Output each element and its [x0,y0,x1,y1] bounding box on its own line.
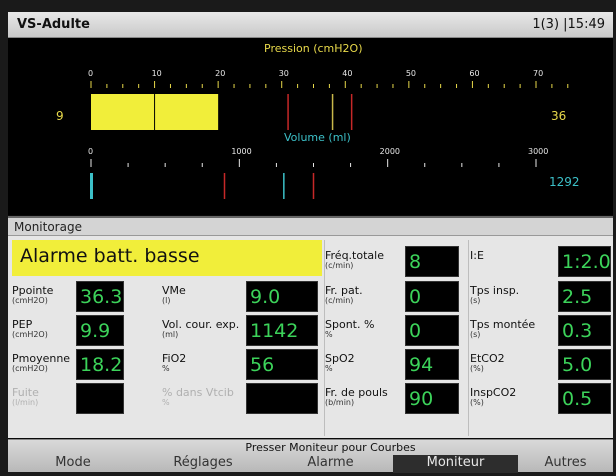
param-value [246,383,318,414]
volume-tick-label: 2000 [379,147,401,156]
volume-tick-label: 0 [88,147,94,156]
param-unit: (ml) [162,330,179,339]
volume-tick-label: 1000 [231,147,252,156]
menu-hint: Presser Moniteur pour Courbes [245,441,416,454]
pressure-scale-title: Pression (cmH2O) [264,42,363,55]
param-label: I:E [470,250,484,261]
status-header: VS-Adulte 1(3) |15:49 [8,12,613,38]
param-value [76,383,124,414]
param-value: 0 [405,315,459,346]
pressure-tick-label: 30 [278,69,289,78]
param-label: PEP (cmH2O) [12,319,48,339]
param-unit: (cmH2O) [12,296,48,305]
param-name: % dans Vtcib [162,386,234,399]
param-unit: (%) [470,398,484,407]
pressure-tick-label: 50 [405,69,417,78]
param-value: 2.5 [558,281,611,312]
pressure-tick-label: 20 [215,69,226,78]
param-unit: (cmH2O) [12,364,48,373]
param-unit: (b/min) [325,398,355,407]
bottom-menu: Presser Moniteur pour Courbes Mode Régla… [8,439,613,473]
param-value: 9.0 [246,281,318,312]
param-unit: (l/min) [12,398,39,407]
param-unit: (l) [162,296,171,305]
tab-autres[interactable]: Autres [518,455,613,473]
pressure-tick-label: 60 [469,69,480,78]
param-unit: (%) [470,364,484,373]
volume-tick-label: 3000 [528,147,549,156]
param-unit: % [325,364,333,373]
param-unit: (cmH2O) [12,330,48,339]
alarm-banner[interactable]: Alarme batt. basse [12,240,322,276]
param-value: 1:2.0 [558,246,611,277]
page-and-clock: 1(3) |15:49 [532,17,605,32]
volume-bar [90,173,93,199]
pressure-left-value: 9 [56,109,64,123]
param-label: Tps insp. (s) [470,285,519,305]
param-value: 9.9 [76,315,124,346]
param-unit: (s) [470,296,481,305]
param-label: Tps montée (s) [470,319,535,339]
monitoring-title: Monitorage [14,220,82,234]
column-divider [468,240,469,436]
pressure-right-value: 36 [551,109,567,123]
param-value: 1142 [246,315,318,346]
param-unit: % [325,330,333,339]
param-value: 0 [405,281,459,312]
param-unit: % [162,398,170,407]
param-label: % dans Vtcib% [162,387,234,407]
volume-right-value: 1292 [549,175,580,189]
param-value: 18.2 [76,349,124,380]
param-label: Fr. pat. (c/min) [325,285,363,305]
tab-alarme[interactable]: Alarme [268,455,393,473]
monitoring-header: Monitorage [8,218,613,236]
param-value: 90 [405,383,459,414]
param-label: Fréq.totale (c/min) [325,250,384,270]
pressure-tick-label: 0 [88,69,94,78]
param-value: 8 [405,246,459,277]
param-value: 5.0 [558,349,611,380]
param-value: 0.3 [558,315,611,346]
tab-mode[interactable]: Mode [8,455,138,473]
param-label: Vol. cour. exp. (ml) [162,319,239,339]
param-label: FiO2% [162,353,186,373]
param-value: 56 [246,349,318,380]
param-label: Spont. %% [325,319,374,339]
alarm-text: Alarme batt. basse [20,245,200,267]
ventilation-mode: VS-Adulte [17,17,90,32]
ventilator-screen: VS-Adulte 1(3) |15:49 Pression (cmH2O) 9… [8,12,613,473]
param-unit: (c/min) [325,261,354,270]
param-label: InspCO2 (%) [470,387,516,407]
param-unit: (c/min) [325,296,354,305]
param-label: Fuite (l/min) [12,387,39,407]
monitoring-panel: Monitorage Alarme batt. basse Ppointe (cm… [8,216,613,438]
bar-graph-canvas [90,81,569,199]
param-label: VMe (l) [162,285,186,305]
pressure-tick-label: 10 [151,69,162,78]
param-label: Fr. de pouls (b/min) [325,387,388,407]
bar-graph-area: Pression (cmH2O) 9 36 Volume (ml) 1292 0… [8,38,613,215]
param-label: Ppointe (cmH2O) [12,285,53,305]
param-label: EtCO2 (%) [470,353,505,373]
param-unit: % [162,364,170,373]
param-value: 94 [405,349,459,380]
param-name: I:E [470,249,484,262]
param-label: SpO2% [325,353,355,373]
tab-reglages[interactable]: Réglages [138,455,268,473]
param-value: 0.5 [558,383,611,414]
param-unit: (s) [470,330,481,339]
pressure-tick-label: 40 [342,69,353,78]
tab-moniteur[interactable]: Moniteur [393,455,518,473]
volume-scale-title: Volume (ml) [284,131,351,144]
param-value: 36.3 [76,281,124,312]
pressure-tick-label: 70 [533,69,544,78]
param-label: Pmoyenne (cmH2O) [12,353,70,373]
